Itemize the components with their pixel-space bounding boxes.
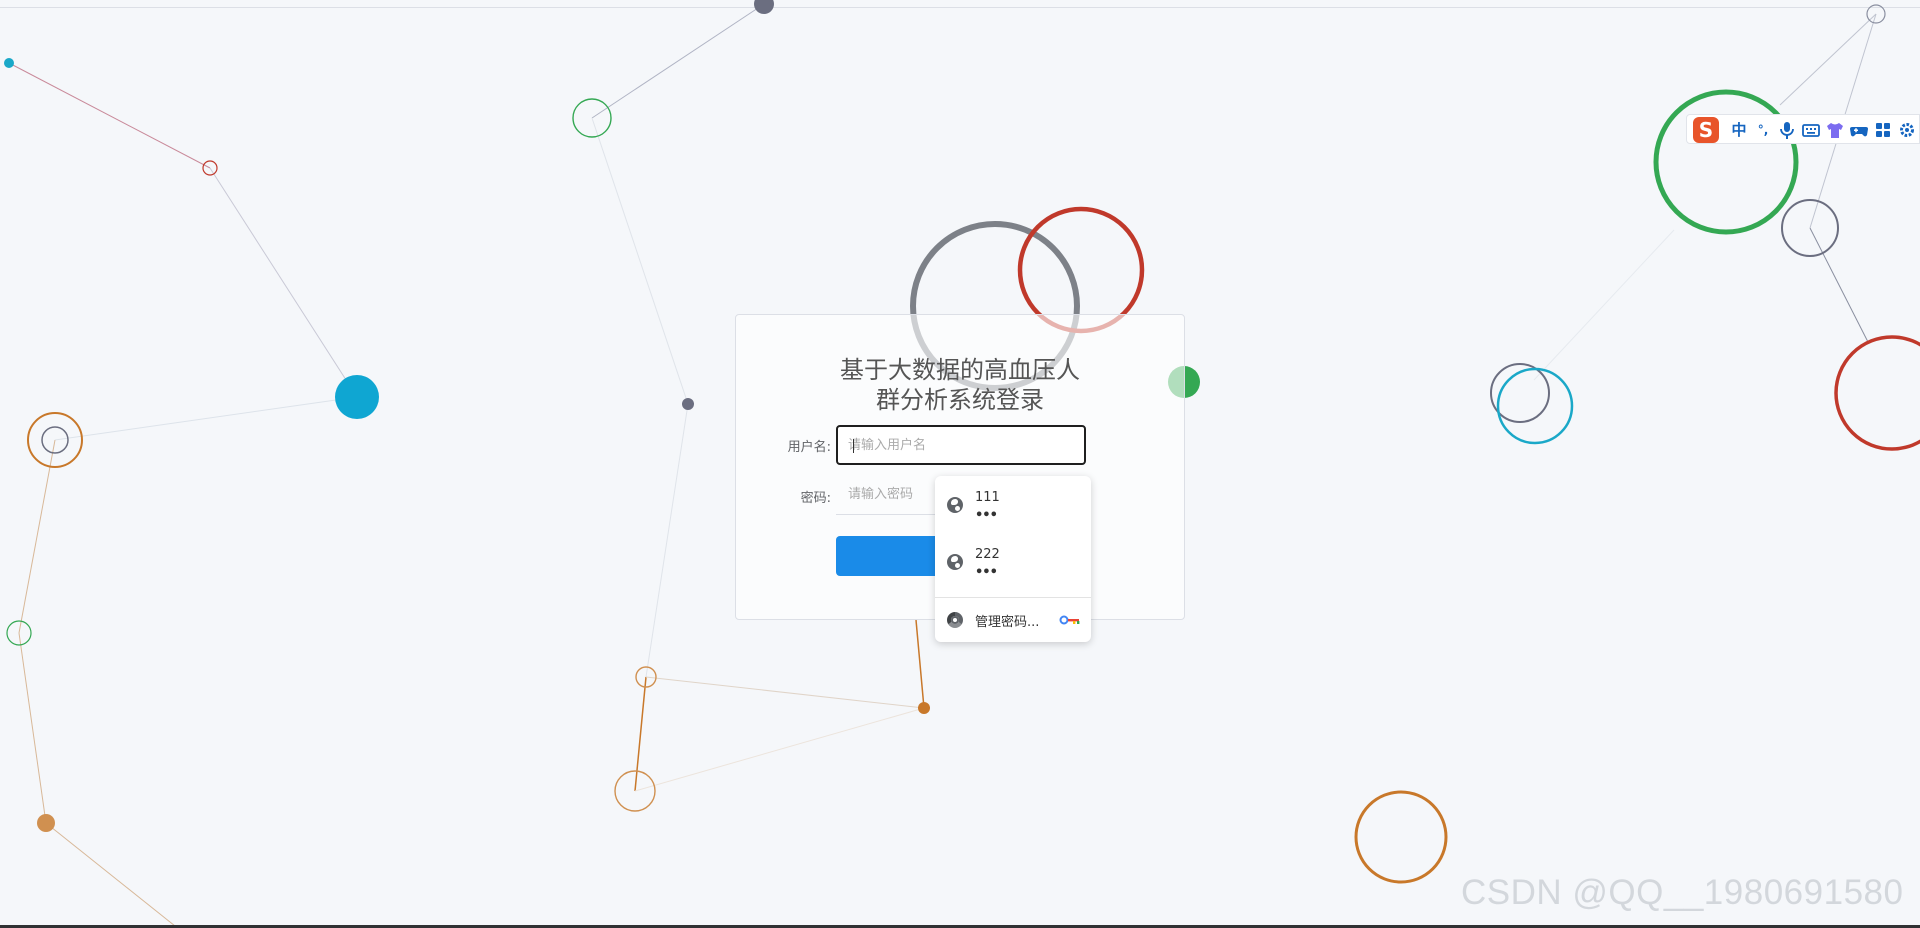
- globe-icon: [947, 497, 963, 513]
- key-icon: [1059, 615, 1080, 625]
- saved-credential-item[interactable]: 222 •••: [935, 541, 1091, 593]
- node: [4, 58, 14, 68]
- node: [754, 0, 774, 14]
- sogou-logo-icon[interactable]: S: [1693, 117, 1719, 143]
- keyboard-icon[interactable]: [1801, 119, 1821, 141]
- text-cursor: [853, 439, 854, 453]
- node: [1017, 206, 1145, 334]
- gear-icon[interactable]: [1897, 119, 1917, 141]
- chrome-icon: [947, 612, 963, 628]
- link: [1809, 227, 1869, 343]
- saved-password-mask: •••: [975, 565, 998, 580]
- manage-passwords-label: 管理密码...: [975, 615, 1040, 630]
- link: [8, 62, 211, 169]
- link: [915, 619, 925, 709]
- link: [54, 396, 358, 441]
- ime-toolbar: S 中 °,: [1686, 114, 1920, 144]
- link: [18, 632, 47, 824]
- node: [1496, 367, 1574, 445]
- ime-chinese-mode[interactable]: 中: [1729, 119, 1749, 141]
- link: [1533, 229, 1675, 381]
- link: [645, 676, 925, 709]
- link: [591, 117, 689, 405]
- gamepad-icon[interactable]: [1849, 119, 1869, 141]
- login-title-line1: 基于大数据的高血压人: [840, 356, 1080, 384]
- node: [335, 375, 379, 419]
- saved-username: 222: [975, 547, 1000, 562]
- mic-icon[interactable]: [1777, 119, 1797, 141]
- node: [1653, 89, 1799, 235]
- node: [37, 814, 55, 832]
- manage-passwords-item[interactable]: 管理密码...: [935, 598, 1091, 642]
- login-title: 基于大数据的高血压人 群分析系统登录: [736, 355, 1184, 415]
- username-input[interactable]: 请输入用户名: [836, 425, 1086, 465]
- shirt-icon[interactable]: [1825, 119, 1845, 141]
- node: [918, 702, 930, 714]
- link: [645, 403, 689, 678]
- grid-icon[interactable]: [1873, 119, 1893, 141]
- node: [682, 398, 694, 410]
- login-title-line2: 群分析系统登录: [876, 386, 1044, 414]
- password-label: 密码:: [800, 491, 831, 506]
- link: [45, 822, 176, 927]
- link: [18, 439, 56, 634]
- link: [591, 3, 765, 119]
- saved-password-mask: •••: [975, 508, 998, 523]
- globe-icon: [947, 554, 963, 570]
- saved-username: 111: [975, 490, 1000, 505]
- ime-punctuation[interactable]: °,: [1753, 119, 1773, 141]
- link: [209, 167, 358, 398]
- username-label: 用户名:: [787, 440, 831, 455]
- node: [1834, 335, 1920, 451]
- password-autocomplete-popup: 111 ••• 222 ••• 管理密码...: [935, 476, 1091, 642]
- saved-credential-item[interactable]: 111 •••: [935, 484, 1091, 536]
- csdn-watermark: CSDN @QQ__1980691580: [1461, 873, 1904, 912]
- node: [1354, 790, 1448, 884]
- password-placeholder: 请输入密码: [848, 487, 914, 502]
- link: [634, 707, 925, 792]
- username-placeholder: 请输入用户名: [848, 438, 927, 453]
